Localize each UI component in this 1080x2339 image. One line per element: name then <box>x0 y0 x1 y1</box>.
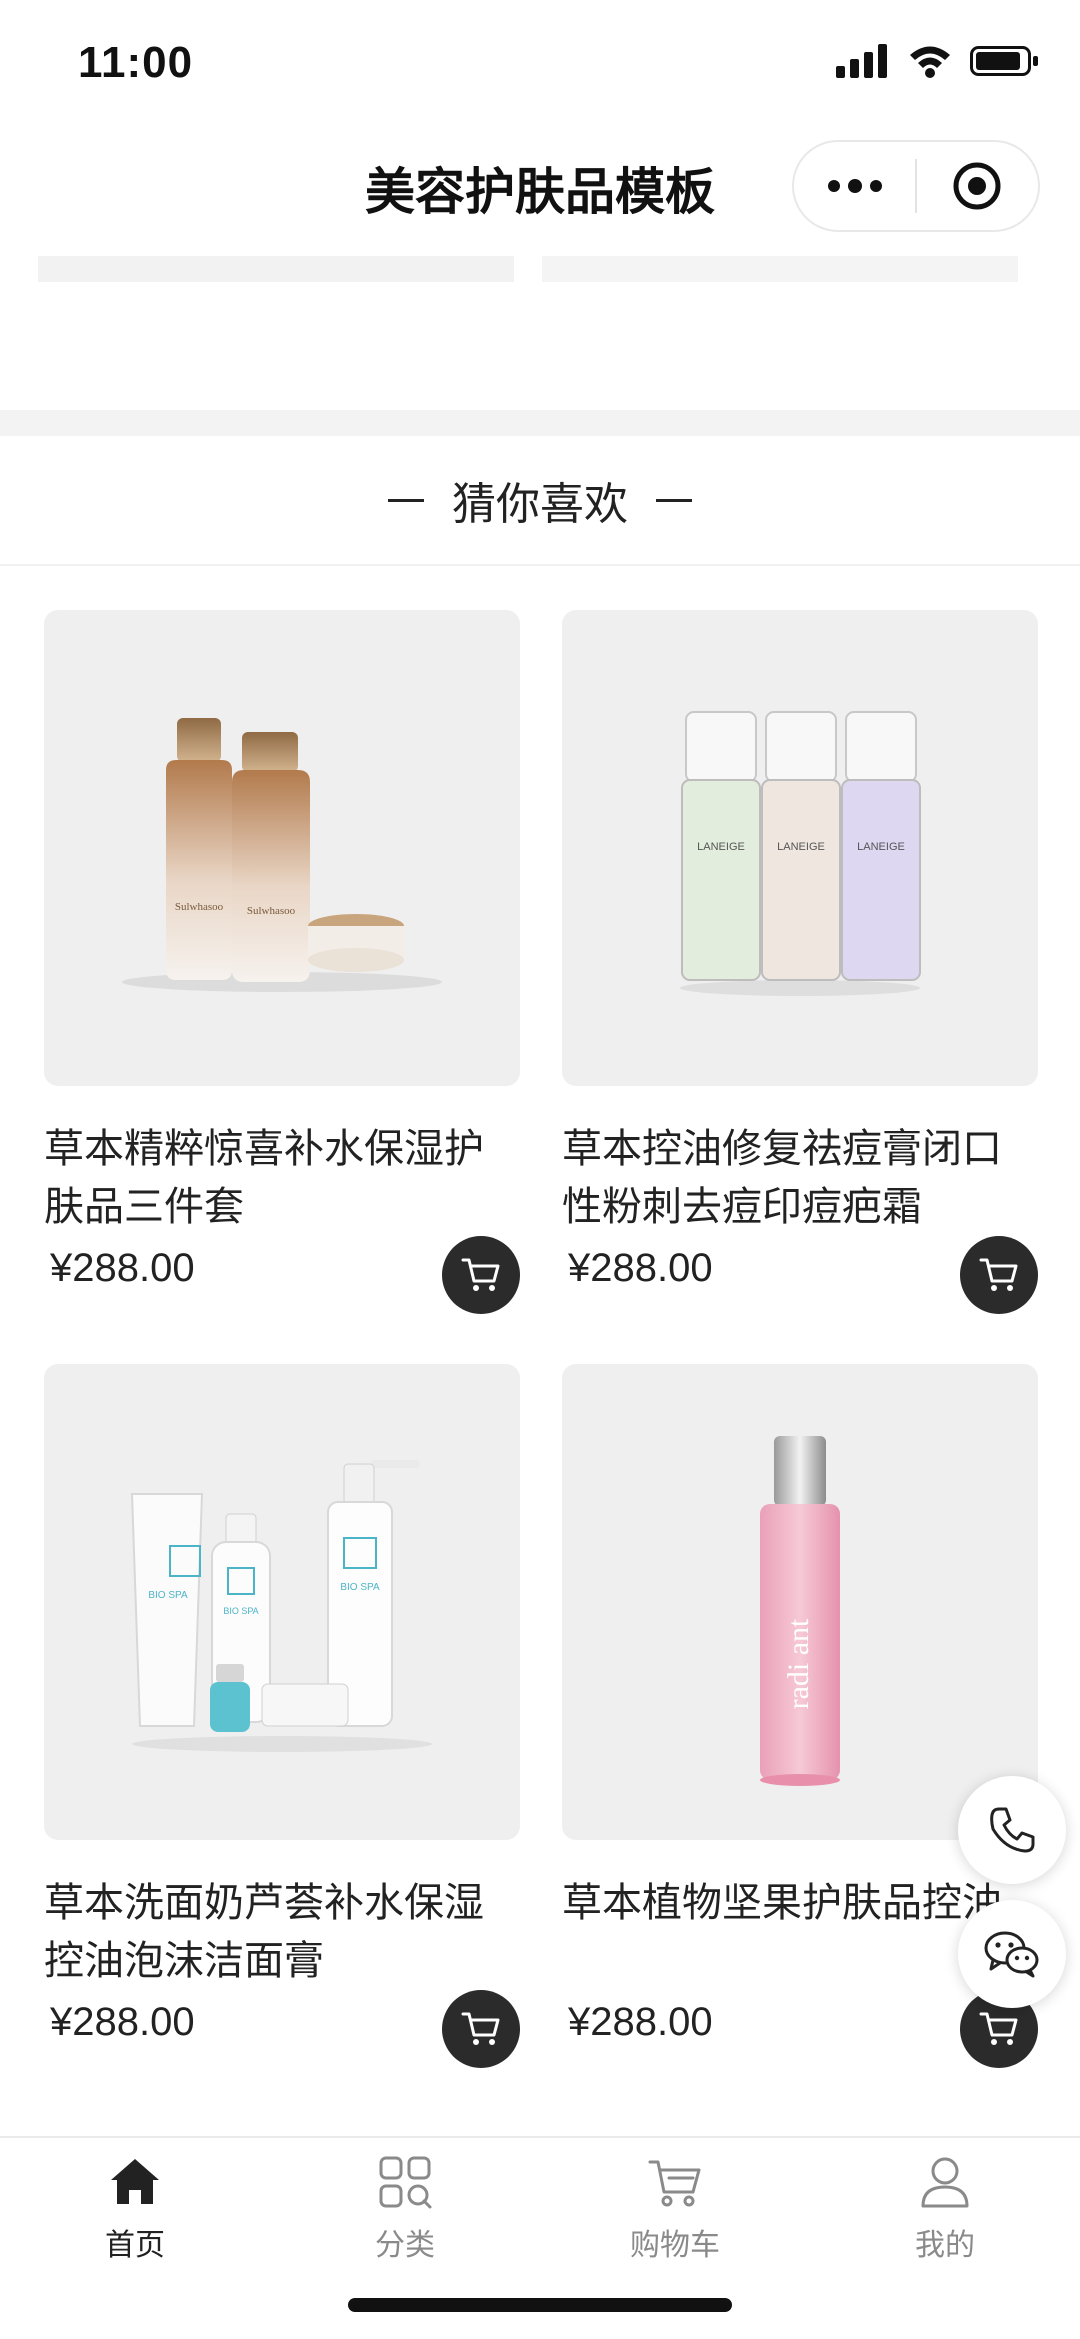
status-bar: 11:00 <box>0 0 1080 130</box>
product-price: ¥288.00 <box>50 1246 195 1290</box>
svg-text:BIO SPA: BIO SPA <box>340 1582 380 1593</box>
previous-card-remnant <box>38 256 514 282</box>
bio-spa-set-image: BIO SPA BIO SPA BIO SPA <box>130 1460 432 1752</box>
laneige-bottles-image: LANEIGE LANEIGE LANEIGE <box>680 711 921 996</box>
section-divider <box>0 410 1080 436</box>
category-icon <box>379 2156 432 2209</box>
cart-icon <box>648 2160 701 2207</box>
svg-text:Sulwhasoo: Sulwhasoo <box>175 901 224 913</box>
tab-label: 首页 <box>105 2229 165 2262</box>
svg-text:radi ant: radi ant <box>782 1618 815 1709</box>
product-price: ¥288.00 <box>50 2000 195 2044</box>
home-icon <box>111 2159 159 2204</box>
radiant-bottle-image: radi ant <box>760 1436 840 1786</box>
product-image[interactable]: radi ant <box>562 1364 1038 1840</box>
user-icon <box>921 2157 969 2208</box>
svg-text:BIO SPA: BIO SPA <box>223 1606 258 1616</box>
wechat-button[interactable] <box>958 1900 1066 2008</box>
tab-profile[interactable]: 我的 <box>810 2154 1080 2274</box>
target-circle-icon <box>953 162 1001 210</box>
add-to-cart-button[interactable] <box>960 1236 1038 1314</box>
product-price: ¥288.00 <box>568 2000 713 2044</box>
status-time: 11:00 <box>78 38 194 87</box>
sulwhasoo-set-image: Sulwhasoo Sulwhasoo <box>122 718 442 992</box>
more-dots-icon <box>827 179 882 193</box>
product-card[interactable]: Sulwhasoo Sulwhasoo 草本精粹惊喜补水保湿护肤品三件套 ¥28… <box>44 610 520 1314</box>
title-dash-left <box>388 498 424 502</box>
product-name[interactable]: 草本控油修复祛痘膏闭口性粉刺去痘印痘疤霜 <box>562 1120 1038 1236</box>
product-card[interactable]: BIO SPA BIO SPA BIO SPA 草本洗面奶芦荟补水保湿控油泡沫洁… <box>44 1364 520 2068</box>
mini-program-capsule <box>792 140 1040 232</box>
svg-text:LANEIGE: LANEIGE <box>777 841 825 853</box>
section-header: 猜你喜欢 <box>0 436 1080 566</box>
product-name[interactable]: 草本洗面奶芦荟补水保湿控油泡沫洁面膏 <box>44 1874 520 1990</box>
title-dash-right <box>656 498 692 502</box>
phone-icon <box>990 1807 1035 1853</box>
product-image[interactable]: LANEIGE LANEIGE LANEIGE <box>562 610 1038 1086</box>
product-price: ¥288.00 <box>568 1246 713 1290</box>
cart-icon <box>461 2012 500 2045</box>
tab-home[interactable]: 首页 <box>0 2154 270 2274</box>
cart-icon <box>461 1258 500 1291</box>
signal-icon <box>836 44 887 78</box>
product-image[interactable]: BIO SPA BIO SPA BIO SPA <box>44 1364 520 1840</box>
tab-cart[interactable]: 购物车 <box>540 2154 810 2274</box>
nav-bar: 美容护肤品模板 <box>0 130 1080 240</box>
wifi-icon <box>910 46 950 78</box>
cart-icon <box>979 1258 1018 1291</box>
close-program-button[interactable] <box>917 142 1038 230</box>
tab-label: 购物车 <box>630 2229 720 2262</box>
tab-category[interactable]: 分类 <box>270 2154 540 2274</box>
product-card[interactable]: radi ant 草本植物坚果护肤品控油 ¥288.00 <box>562 1364 1038 2068</box>
add-to-cart-button[interactable] <box>442 1990 520 2068</box>
product-name[interactable]: 草本精粹惊喜补水保湿护肤品三件套 <box>44 1120 520 1236</box>
add-to-cart-button[interactable] <box>442 1236 520 1314</box>
tab-label: 我的 <box>915 2229 975 2262</box>
previous-card-remnant <box>542 256 1018 282</box>
product-card[interactable]: LANEIGE LANEIGE LANEIGE 草本控油修复祛痘膏闭口性粉刺去痘… <box>562 610 1038 1314</box>
wechat-icon <box>984 1931 1039 1978</box>
cart-icon <box>979 2012 1018 2045</box>
battery-icon <box>970 46 1038 76</box>
product-image[interactable]: Sulwhasoo Sulwhasoo <box>44 610 520 1086</box>
section-title: 猜你喜欢 <box>452 480 628 529</box>
status-icons <box>836 44 1040 78</box>
svg-text:Sulwhasoo: Sulwhasoo <box>247 905 296 917</box>
phone-button[interactable] <box>958 1776 1066 1884</box>
more-button[interactable] <box>794 142 915 230</box>
svg-text:LANEIGE: LANEIGE <box>857 841 905 853</box>
home-indicator <box>348 2298 732 2312</box>
tab-label: 分类 <box>375 2229 435 2262</box>
svg-text:BIO SPA: BIO SPA <box>148 1590 188 1601</box>
svg-text:LANEIGE: LANEIGE <box>697 841 745 853</box>
